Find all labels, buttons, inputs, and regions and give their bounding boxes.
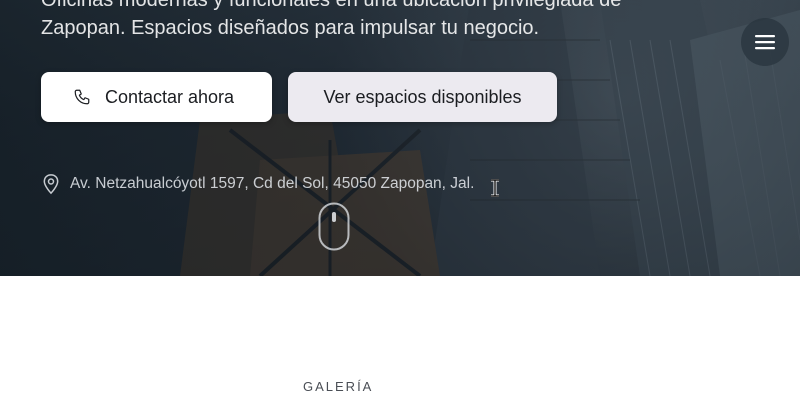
hero-section: Oficinas modernas y funcionales en una u… bbox=[0, 0, 800, 276]
view-spaces-label: Ver espacios disponibles bbox=[323, 86, 522, 107]
hamburger-menu-icon bbox=[755, 35, 775, 50]
view-spaces-button[interactable]: Ver espacios disponibles bbox=[288, 72, 557, 122]
map-pin-icon bbox=[43, 174, 59, 195]
phone-icon bbox=[74, 89, 90, 105]
address-line: Av. Netzahualcóyotl 1597, Cd del Sol, 45… bbox=[41, 173, 474, 195]
mouse-scroll-icon[interactable] bbox=[318, 202, 350, 252]
contact-now-label: Contactar ahora bbox=[104, 86, 235, 107]
contact-now-button[interactable]: Contactar ahora bbox=[41, 72, 272, 122]
menu-button[interactable] bbox=[741, 18, 789, 66]
address-text: Av. Netzahualcóyotl 1597, Cd del Sol, 45… bbox=[70, 175, 475, 192]
hero-description: Oficinas modernas y funcionales en una u… bbox=[41, 0, 622, 39]
text-cursor-icon bbox=[491, 179, 499, 197]
